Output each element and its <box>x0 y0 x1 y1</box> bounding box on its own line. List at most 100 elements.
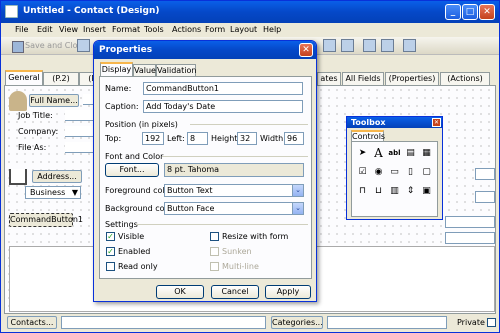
controls-panel: ➤ A abl ▤ ▦ ☑ ◉ ▭ ▯ ▢ ⊓ ⊔ ▥ ⇕ ▣ <box>351 141 438 217</box>
job-title-label: Job Title: <box>18 111 53 120</box>
menu-insert[interactable]: Insert <box>83 25 106 34</box>
align-icon[interactable] <box>323 39 336 52</box>
menu-view[interactable]: View <box>59 25 78 34</box>
menu-form[interactable]: Form <box>205 25 225 34</box>
right-field-1[interactable] <box>475 168 495 180</box>
tab-display[interactable]: Display <box>100 62 133 77</box>
properties-icon[interactable] <box>381 39 394 52</box>
listbox-icon[interactable]: ▯ <box>404 166 417 179</box>
cancel-button[interactable]: Cancel <box>211 285 259 299</box>
resize-with-form-label: Resize with form <box>222 232 289 241</box>
maximize-button[interactable]: □ <box>462 4 478 20</box>
name-label: Name: <box>105 84 132 93</box>
tab-value[interactable]: Value <box>133 64 156 76</box>
label-icon[interactable]: A <box>372 147 385 160</box>
combobox-icon[interactable]: ▭ <box>388 166 401 179</box>
toolbox-icon[interactable] <box>363 39 376 52</box>
multi-line-checkbox <box>210 262 219 271</box>
toolbox-title-bar[interactable]: Toolbox ✕ <box>347 117 442 128</box>
position-divider <box>190 124 308 125</box>
menu-format[interactable]: Format <box>112 25 140 34</box>
checkbox-icon[interactable]: ☑ <box>356 166 369 179</box>
file-as-label: File As: <box>18 143 47 152</box>
width-input[interactable]: 96 <box>284 132 304 145</box>
sunken-label: Sunken <box>222 247 252 256</box>
print-icon[interactable] <box>77 39 90 52</box>
toolbox-window: Toolbox ✕ Controls ➤ A abl ▤ ▦ ☑ ◉ ▭ ▯ ▢… <box>346 116 443 220</box>
right-field-3[interactable] <box>445 216 495 228</box>
tab-actions[interactable]: (Actions) <box>440 72 490 85</box>
private-checkbox[interactable] <box>487 318 496 327</box>
tab-validation[interactable]: Validation <box>156 64 197 76</box>
window-title-bar[interactable]: Untitled - Contact (Design) _ □ ✕ <box>1 1 499 23</box>
tab-properties[interactable]: (Properties) <box>385 72 439 85</box>
address-type-select[interactable]: Business ▼ <box>25 186 81 199</box>
properties-dialog: Properties ✕ Display Value Validation Na… <box>93 40 317 302</box>
sunken-checkbox <box>210 247 219 256</box>
menu-bar: File Edit View Insert Format Tools Actio… <box>1 23 499 37</box>
house-icon <box>9 169 27 185</box>
tab-p2[interactable]: (P.2) <box>43 72 79 85</box>
visible-checkbox[interactable]: ✓ <box>106 232 115 241</box>
option-button-icon[interactable]: ◉ <box>372 166 385 179</box>
enabled-checkbox[interactable]: ✓ <box>106 247 115 256</box>
properties-title-bar[interactable]: Properties ✕ <box>94 41 316 59</box>
spinbutton-icon[interactable]: ⇕ <box>404 185 417 198</box>
display-tab-panel: Name: CommandButton1 Caption: Add Today'… <box>99 76 312 279</box>
group-icon[interactable] <box>341 39 354 52</box>
font-color-section-label: Font and Color <box>105 152 164 161</box>
address-button[interactable]: Address... <box>32 170 82 183</box>
properties-close-button[interactable]: ✕ <box>299 43 313 57</box>
menu-help[interactable]: Help <box>263 25 281 34</box>
close-button[interactable]: ✕ <box>479 4 495 20</box>
save-and-close-button[interactable]: Save and Close <box>11 39 87 53</box>
pointer-icon[interactable]: ➤ <box>356 147 369 160</box>
scrollbar-icon[interactable]: ▥ <box>388 185 401 198</box>
categories-field[interactable] <box>327 316 447 329</box>
apply-button[interactable]: Apply <box>265 285 311 299</box>
company-field[interactable] <box>65 126 95 137</box>
right-field-4[interactable] <box>445 232 495 244</box>
caption-input[interactable]: Add Today's Date <box>143 100 303 113</box>
image-icon[interactable]: ▣ <box>420 185 433 198</box>
full-name-button[interactable]: Full Name... <box>29 94 79 107</box>
textbox-icon[interactable]: abl <box>388 147 401 160</box>
job-title-field[interactable] <box>65 110 95 121</box>
caption-label: Caption: <box>105 102 139 111</box>
tabstrip-icon[interactable]: ⊓ <box>356 185 369 198</box>
tab-general[interactable]: General <box>5 70 43 86</box>
frame-icon[interactable]: ▤ <box>404 147 417 160</box>
menu-layout[interactable]: Layout <box>230 25 257 34</box>
left-input[interactable]: 8 <box>187 132 208 145</box>
top-input[interactable]: 192 <box>142 132 164 145</box>
font-button[interactable]: Font... <box>105 163 159 177</box>
categories-button[interactable]: Categories... <box>271 316 323 329</box>
file-as-field[interactable] <box>65 142 95 153</box>
tab-all-fields[interactable]: All Fields <box>342 72 384 85</box>
option-group-icon[interactable]: ▦ <box>420 147 433 160</box>
foreground-color-select[interactable]: Button Text ⌄ <box>164 184 304 197</box>
contacts-field[interactable] <box>61 316 266 329</box>
run-icon[interactable] <box>403 39 416 52</box>
contacts-button[interactable]: Contacts... <box>7 316 57 329</box>
menu-edit[interactable]: Edit <box>37 25 53 34</box>
height-input[interactable]: 32 <box>237 132 257 145</box>
menu-actions[interactable]: Actions <box>172 25 201 34</box>
company-label: Company: <box>18 127 59 136</box>
chevron-down-icon: ⌄ <box>292 185 303 196</box>
menu-tools[interactable]: Tools <box>144 25 164 34</box>
ok-button[interactable]: OK <box>156 285 204 299</box>
name-input[interactable]: CommandButton1 <box>143 82 303 95</box>
read-only-checkbox[interactable] <box>106 262 115 271</box>
menu-file[interactable]: File <box>15 25 28 34</box>
right-field-2[interactable] <box>475 191 495 203</box>
resize-with-form-checkbox[interactable] <box>210 232 219 241</box>
toolbox-close-button[interactable]: ✕ <box>432 118 441 127</box>
button-icon[interactable]: ▢ <box>420 166 433 179</box>
properties-title: Properties <box>99 45 153 55</box>
minimize-button[interactable]: _ <box>445 4 461 20</box>
command-button-1[interactable]: CommandButton1 <box>9 213 83 227</box>
multipage-icon[interactable]: ⊔ <box>372 185 385 198</box>
background-color-select[interactable]: Button Face ⌄ <box>164 202 304 215</box>
tab-certificates[interactable]: ates <box>317 72 341 85</box>
